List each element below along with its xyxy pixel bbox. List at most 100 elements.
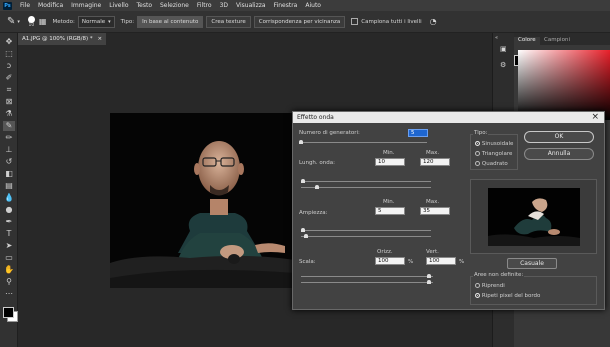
amplitude-min-slider-thumb[interactable] — [301, 228, 305, 232]
menu-livello[interactable]: Livello — [105, 2, 132, 9]
scale-vert-slider-thumb[interactable] — [427, 280, 431, 284]
wavelength-min-input[interactable]: 10 — [375, 158, 405, 166]
wavelength-min-slider-track[interactable] — [301, 181, 431, 182]
radio-ripeti[interactable] — [475, 293, 480, 298]
close-icon[interactable]: × — [591, 112, 599, 122]
wavelength-label: Lungh. onda: — [299, 160, 335, 166]
quick-select-tool-icon[interactable]: ✐ — [3, 73, 15, 83]
chevron-down-icon[interactable]: ▾ — [17, 19, 20, 25]
pen-tool-icon[interactable]: ✒ — [3, 217, 15, 227]
lasso-tool-icon[interactable]: ↄ — [3, 61, 15, 71]
sample-all-label: Campiona tutti i livelli — [361, 18, 422, 25]
pressure-icon[interactable]: ◔ — [430, 17, 437, 26]
radio-sinusoidale[interactable] — [475, 141, 480, 146]
proximity-match-button[interactable]: Corrispondenza per vicinanza — [253, 15, 346, 28]
foreground-color-swatch[interactable] — [3, 307, 14, 318]
menu-3d[interactable]: 3D — [216, 2, 232, 9]
marquee-tool-icon[interactable]: ⬚ — [3, 49, 15, 59]
amplitude-min-slider-track[interactable] — [301, 230, 431, 231]
num-generators-label: Numero di generatori: — [299, 130, 360, 136]
amplitude-min-heading: Min. — [383, 199, 395, 205]
type-option-sinusoidale[interactable]: Sinusoidale — [475, 140, 513, 147]
content-aware-button[interactable]: In base al contenuto — [137, 15, 204, 28]
path-select-tool-icon[interactable]: ➤ — [3, 241, 15, 251]
eraser-tool-icon[interactable]: ◧ — [3, 169, 15, 179]
wavelength-min-slider-thumb[interactable] — [301, 179, 305, 183]
type-option-triangolare[interactable]: Triangolare — [475, 150, 512, 157]
radio-quadrato[interactable] — [475, 161, 480, 166]
dialog-titlebar: Effetto onda × — [293, 112, 604, 123]
chevron-down-icon: ▾ — [108, 18, 111, 25]
healing-brush-icon[interactable]: ✎ — [7, 16, 15, 27]
tab-campioni[interactable]: Campioni — [544, 37, 570, 43]
collapse-panels-icon[interactable]: « — [495, 35, 498, 41]
metodo-select[interactable]: Normale ▾ — [77, 15, 115, 28]
ripeti-label: Ripeti pixel del bordo — [481, 293, 541, 299]
menu-modifica[interactable]: Modifica — [34, 2, 67, 9]
menu-file[interactable]: File — [16, 2, 34, 9]
amplitude-max-input[interactable]: 35 — [420, 207, 450, 215]
document-tab[interactable]: A1.JPG @ 100% (RGB/8) * × — [18, 33, 106, 45]
undefined-option-ripeti[interactable]: Ripeti pixel del bordo — [475, 292, 540, 299]
amplitude-max-slider-thumb[interactable] — [304, 234, 308, 238]
cancel-button[interactable]: Annulla — [524, 148, 594, 160]
more-tools-icon[interactable]: ⋯ — [3, 289, 15, 299]
sample-all-checkbox[interactable] — [351, 18, 359, 25]
color-picker-field[interactable] — [518, 50, 610, 120]
radio-riprendi[interactable] — [475, 283, 480, 288]
create-texture-button[interactable]: Crea texture — [206, 15, 251, 28]
move-tool-icon[interactable]: ✥ — [3, 37, 15, 47]
menu-testo[interactable]: Testo — [133, 2, 157, 9]
wavelength-max-slider-track[interactable] — [301, 187, 431, 188]
amplitude-max-slider-track[interactable] — [301, 236, 431, 237]
scale-vert-percent: % — [459, 259, 465, 265]
wavelength-max-slider-thumb[interactable] — [315, 185, 319, 189]
zoom-tool-icon[interactable]: ⚲ — [3, 277, 15, 287]
wavelength-max-input[interactable]: 120 — [420, 158, 450, 166]
menu-selezione[interactable]: Selezione — [156, 2, 193, 9]
hand-tool-icon[interactable]: ✋ — [3, 265, 15, 275]
amplitude-min-input[interactable]: 5 — [375, 207, 405, 215]
document-image[interactable] — [110, 113, 295, 288]
menu-filtro[interactable]: Filtro — [193, 2, 216, 9]
randomize-button[interactable]: Casuale — [507, 258, 557, 269]
frame-tool-icon[interactable]: ⊠ — [3, 97, 15, 107]
menu-visualizza[interactable]: Visualizza — [232, 2, 270, 9]
radio-triangolare[interactable] — [475, 151, 480, 156]
history-brush-icon[interactable]: ↺ — [3, 157, 15, 167]
scale-horiz-slider-track[interactable] — [301, 276, 433, 277]
menu-aiuto[interactable]: Aiuto — [301, 2, 325, 9]
tab-colore[interactable]: Colore — [514, 37, 540, 46]
menu-finestra[interactable]: Finestra — [270, 2, 302, 9]
crop-tool-icon[interactable]: ⌗ — [3, 85, 15, 95]
scale-vert-input[interactable]: 100 — [426, 257, 456, 265]
dialog-title: Effetto onda — [297, 114, 334, 121]
brush-panel-icon[interactable]: ▦ — [39, 17, 47, 26]
menu-bar: Ps File Modifica Immagine Livello Testo … — [0, 0, 610, 11]
brush-size-picker[interactable]: 10 — [27, 15, 35, 28]
close-icon[interactable]: × — [97, 36, 102, 42]
rectangle-tool-icon[interactable]: ▭ — [3, 253, 15, 263]
scale-vert-slider-track[interactable] — [301, 282, 433, 283]
history-panel-icon[interactable]: ▣ — [500, 45, 507, 53]
riprendi-label: Riprendi — [481, 283, 505, 289]
eyedropper-tool-icon[interactable]: ⚗ — [3, 109, 15, 119]
adjustments-panel-icon[interactable]: ⚙ — [500, 61, 506, 69]
blur-tool-icon[interactable]: 💧 — [3, 193, 15, 203]
brush-tool-icon[interactable]: ✏ — [3, 133, 15, 143]
type-tool-icon[interactable]: T — [3, 229, 15, 239]
scale-horiz-input[interactable]: 100 — [375, 257, 405, 265]
ok-button[interactable]: OK — [524, 131, 594, 143]
generators-slider-thumb[interactable] — [299, 140, 303, 144]
generators-slider-track[interactable] — [299, 142, 427, 143]
healing-tool-icon[interactable]: ✎ — [3, 121, 15, 131]
stamp-tool-icon[interactable]: ⊥ — [3, 145, 15, 155]
dodge-tool-icon[interactable]: ● — [3, 205, 15, 215]
amplitude-max-heading: Max. — [426, 199, 440, 205]
num-generators-input[interactable]: 5 — [408, 129, 428, 137]
scale-horiz-slider-thumb[interactable] — [427, 274, 431, 278]
gradient-tool-icon[interactable]: ▤ — [3, 181, 15, 191]
menu-immagine[interactable]: Immagine — [67, 2, 105, 9]
undefined-option-riprendi[interactable]: Riprendi — [475, 282, 505, 289]
type-option-quadrato[interactable]: Quadrato — [475, 160, 508, 167]
